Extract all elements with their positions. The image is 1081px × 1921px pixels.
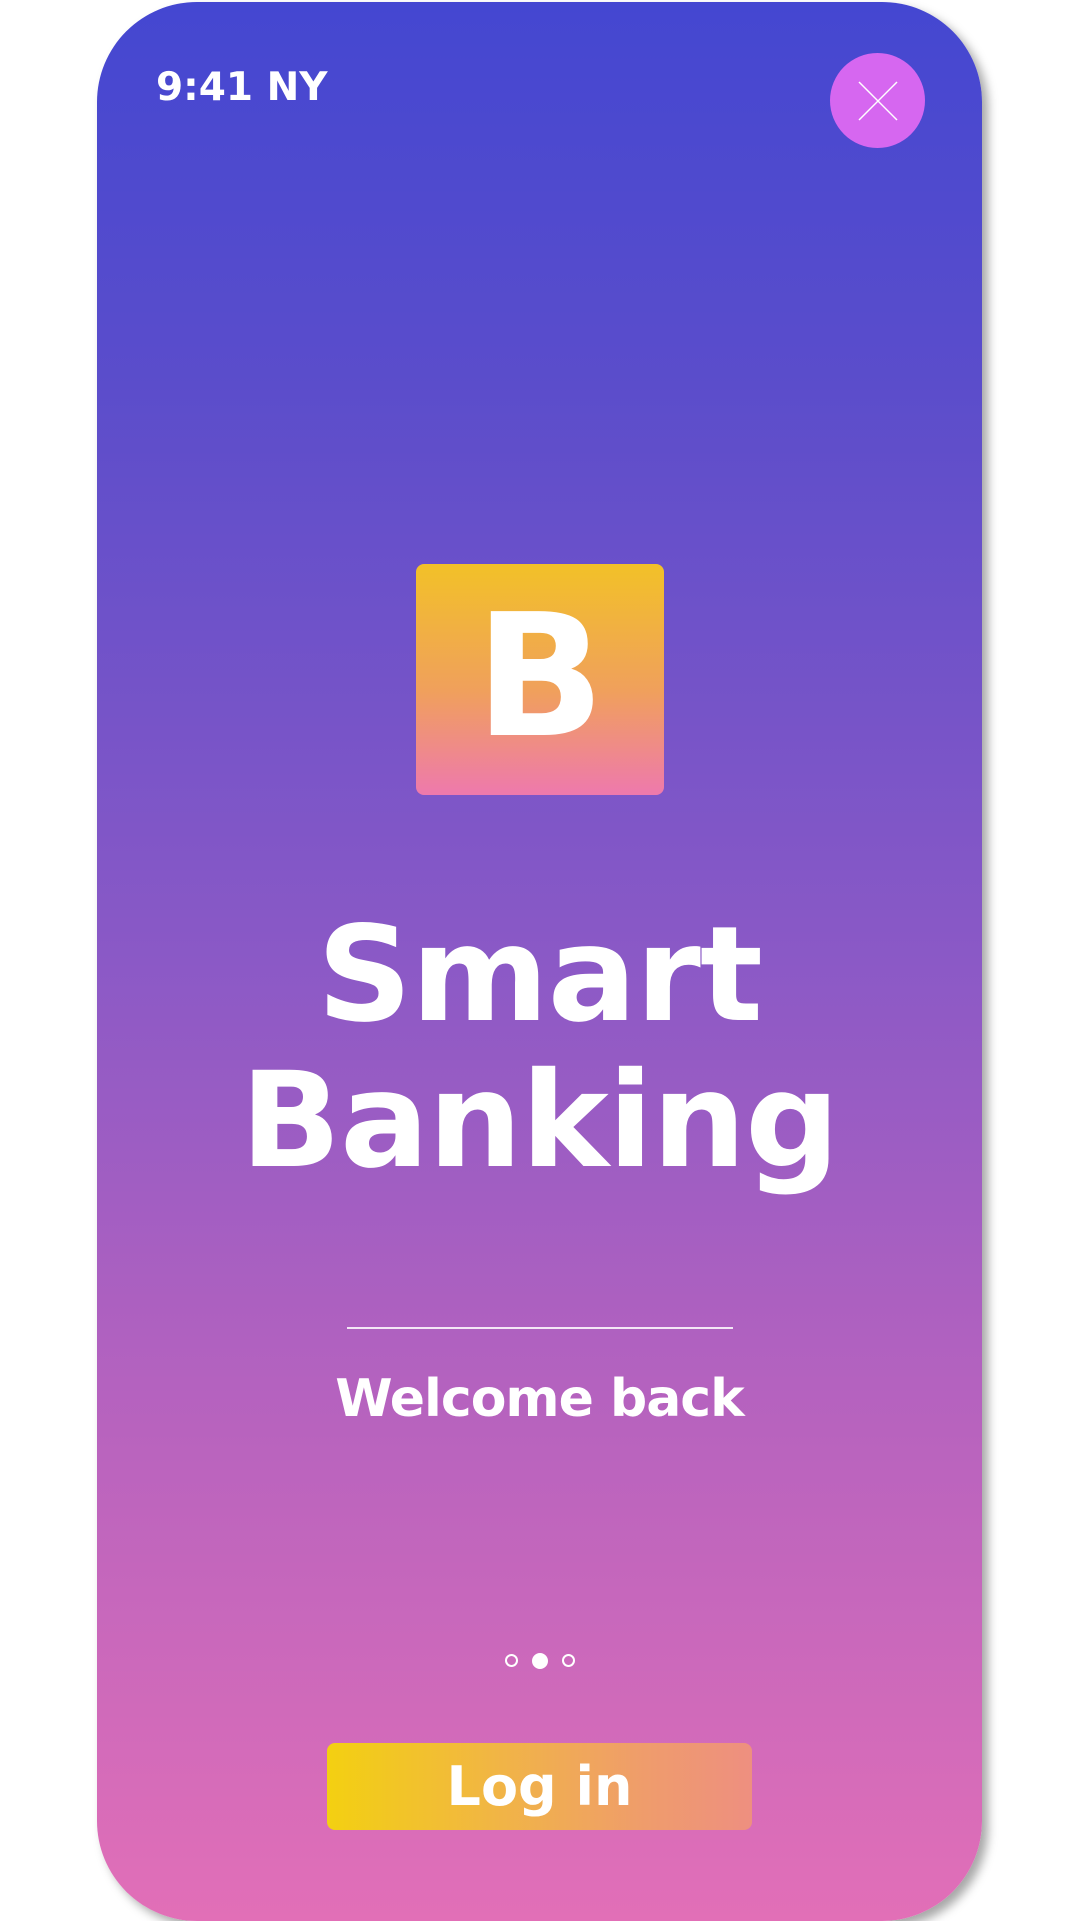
app-title: Smart Banking [97,902,982,1194]
page-dot-2[interactable] [531,1653,548,1669]
close-icon [858,81,898,121]
page-dot-3[interactable] [561,1654,575,1667]
page-dot-1[interactable] [504,1654,518,1667]
logo-letter: B [475,577,605,776]
close-button[interactable] [830,53,925,148]
title-line-1: Smart [317,898,763,1052]
divider [347,1327,733,1329]
page-indicator [97,1653,982,1669]
title-line-2: Banking [240,1044,839,1198]
login-button[interactable]: Log in [327,1743,752,1830]
phone-screen: 9:41 NY B Smart Banking Welcome back Log… [97,2,982,1921]
welcome-subtitle: Welcome back [335,1369,744,1429]
app-logo: B [416,564,664,795]
status-time: 9:41 NY [156,65,328,110]
